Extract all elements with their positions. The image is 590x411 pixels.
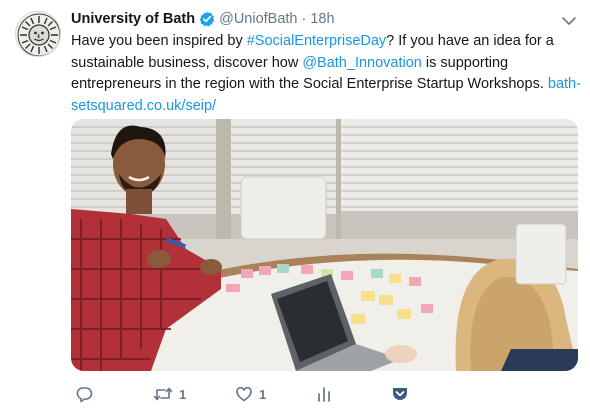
like-count: 1: [259, 386, 267, 402]
mention-link[interactable]: @Bath_Innovation: [302, 55, 422, 71]
analytics-icon: [315, 385, 333, 403]
like-button[interactable]: 1: [235, 384, 266, 404]
analytics-button[interactable]: [315, 384, 333, 404]
pocket-icon: [391, 385, 409, 403]
retweet-button[interactable]: 1: [153, 384, 186, 404]
heart-icon: [235, 385, 253, 403]
chevron-down-icon[interactable]: [560, 14, 578, 26]
reply-icon: [75, 385, 93, 403]
timestamp[interactable]: 18h: [310, 11, 334, 27]
tweet-text: Have you been inspired by #SocialEnterpr…: [71, 31, 581, 117]
photo-image: [71, 119, 578, 371]
hashtag-link[interactable]: #SocialEnterpriseDay: [247, 33, 386, 49]
university-crest-icon: [17, 13, 60, 56]
retweet-icon: [153, 385, 173, 403]
tweet-photo[interactable]: [71, 119, 578, 371]
retweet-count: 1: [179, 386, 187, 402]
author-handle[interactable]: @UniofBath: [219, 11, 297, 27]
tweet-card[interactable]: University of Bath @UniofBath · 18h Have…: [0, 0, 590, 411]
tweet-header: University of Bath @UniofBath · 18h: [71, 10, 335, 28]
author-name[interactable]: University of Bath: [71, 11, 195, 27]
reply-button[interactable]: [75, 384, 93, 404]
avatar[interactable]: [15, 11, 61, 57]
separator-dot: ·: [301, 11, 307, 27]
save-pocket-button[interactable]: [391, 384, 409, 404]
verified-badge-icon: [199, 11, 215, 27]
tweet-text-part: Have you been inspired by: [71, 33, 247, 49]
